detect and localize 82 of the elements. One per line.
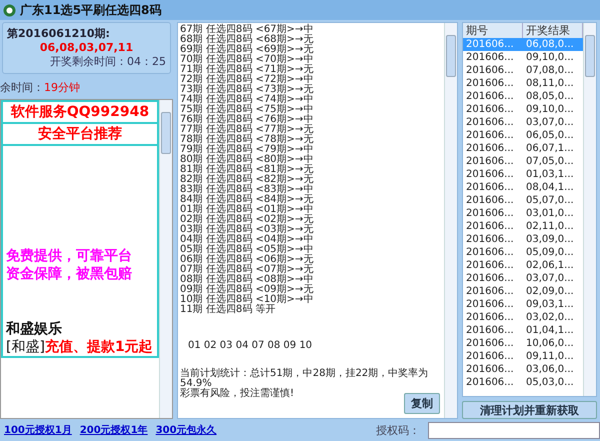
result-row[interactable]: 201606... 01,03,1... xyxy=(463,168,583,181)
result-row[interactable]: 201606... 02,06,1... xyxy=(463,259,583,272)
stats-line: 当前计划统计：总计51期，中28期，挂22期，中奖率为54.9% xyxy=(180,369,430,389)
plan-line: 72期 任选四8码 <72期>→中 xyxy=(180,75,314,85)
ad-brand: 和盛娱乐 xyxy=(4,320,63,338)
plan-line: 68期 任选四8码 <68期>→无 xyxy=(180,35,314,45)
countdown-label: 开奖剩余时间：04：25 xyxy=(49,54,166,69)
result-row[interactable]: 201606... 02,11,0... xyxy=(463,220,583,233)
result-row[interactable]: 201606... 08,04,1... xyxy=(463,181,583,194)
result-row[interactable]: 201606... 01,04,1... xyxy=(463,324,583,337)
plan-line: 04期 任选四8码 <04期>→中 xyxy=(180,235,314,245)
draw-numbers: 06,08,03,07,11 xyxy=(38,41,134,54)
plan-line: 79期 任选四8码 <79期>→中 xyxy=(180,145,314,155)
issue-label: 第2016061210期: xyxy=(7,26,111,41)
plan-line: 03期 任选四8码 <03期>→无 xyxy=(180,225,314,235)
scrollbar[interactable] xyxy=(159,100,172,418)
plan-line: 71期 任选四8码 <71期>→无 xyxy=(180,65,314,75)
auth-code-label: 授权码： xyxy=(376,422,420,438)
license-link[interactable]: 100元授权1月 xyxy=(4,423,72,437)
ad-brand-tag: [和盛] xyxy=(6,338,45,356)
plan-line: 76期 任选四8码 <76期>→中 xyxy=(180,115,314,125)
plan-line: 84期 任选四8码 <84期>→无 xyxy=(180,195,314,205)
plan-numbers: 01 02 03 04 07 08 09 10 xyxy=(188,341,314,351)
plan-line: 06期 任选四8码 <06期>→无 xyxy=(180,255,314,265)
license-link[interactable]: 200元授权1年 xyxy=(80,423,148,437)
plan-line: 01期 任选四8码 <01期>→中 xyxy=(180,205,314,215)
window-title: 广东11选5平刷任选四8码 xyxy=(20,2,162,18)
ad-headline: 软件服务QQ992948 xyxy=(3,102,157,124)
app-icon xyxy=(3,4,16,16)
license-link[interactable]: 300元包永久 xyxy=(156,423,217,437)
result-row[interactable]: 201606... 09,10,0... xyxy=(463,51,583,64)
plan-line: 67期 任选四8码 <67期>→中 xyxy=(180,25,314,35)
result-row[interactable]: 201606... 09,10,0... xyxy=(463,103,583,116)
ad-text: 免费提供，可靠平台 xyxy=(5,247,133,266)
result-row[interactable]: 201606... 09,11,0... xyxy=(463,350,583,363)
result-row[interactable]: 201606... 06,07,1... xyxy=(463,142,583,155)
copy-button[interactable]: 复制 xyxy=(404,393,440,414)
plan-line: 05期 任选四8码 <05期>→中 xyxy=(180,245,314,255)
plan-line: 81期 任选四8码 <81期>→无 xyxy=(180,165,314,175)
plan-line: 74期 任选四8码 <74期>→中 xyxy=(180,95,314,105)
remaining-label: 余时间： xyxy=(0,80,44,95)
result-row[interactable]: 201606... 10,06,0... xyxy=(463,337,583,350)
result-row[interactable]: 201606... 02,09,0... xyxy=(463,285,583,298)
plan-line: 10期 任选四8码 <10期>→中 xyxy=(180,295,314,305)
scrollbar[interactable] xyxy=(444,23,457,418)
auth-code-field[interactable] xyxy=(428,422,600,438)
plan-line: 73期 任选四8码 <73期>→无 xyxy=(180,85,314,95)
ad-offer: 充值、提款1元起 xyxy=(44,338,153,356)
plan-line: 80期 任选四8码 <80期>→中 xyxy=(180,155,314,165)
ad-headline: 安全平台推荐 xyxy=(3,124,157,146)
result-row[interactable]: 201606... 06,05,0... xyxy=(463,129,583,142)
plan-line: 78期 任选四8码 <78期>→无 xyxy=(180,135,314,145)
remaining-value: 19分钟 xyxy=(44,80,80,95)
result-row[interactable]: 201606... 08,05,0... xyxy=(463,90,583,103)
plan-line: 70期 任选四8码 <70期>→中 xyxy=(180,55,314,65)
result-row[interactable]: 201606... 05,07,0... xyxy=(463,194,583,207)
result-row[interactable]: 201606... 07,08,0... xyxy=(463,64,583,77)
result-row[interactable]: 201606... 03,01,0... xyxy=(463,207,583,220)
plan-line: 08期 任选四8码 <08期>→中 xyxy=(180,275,314,285)
plan-line: 75期 任选四8码 <75期>→中 xyxy=(180,105,314,115)
result-row[interactable]: 201606... 07,05,0... xyxy=(463,155,583,168)
refresh-button[interactable]: 清理计划并重新获取 xyxy=(462,401,597,419)
plan-line: 11期 任选四8码 等开 xyxy=(180,305,276,315)
result-row[interactable]: 201606... 03,07,0... xyxy=(463,116,583,129)
result-row[interactable]: 201606... 03,06,0... xyxy=(463,363,583,376)
plan-line: 02期 任选四8码 <02期>→无 xyxy=(180,215,314,225)
ad-text: 资金保障，被黑包赔 xyxy=(5,265,133,284)
plan-line: 09期 任选四8码 <09期>→无 xyxy=(180,285,314,295)
result-row[interactable]: 201606... 05,03,0... xyxy=(463,376,583,389)
plan-line: 07期 任选四8码 <07期>→无 xyxy=(180,265,314,275)
result-row[interactable]: 201606... 03,02,0... xyxy=(463,311,583,324)
plan-line: 82期 任选四8码 <82期>→无 xyxy=(180,175,314,185)
result-row[interactable]: 201606... 03,07,0... xyxy=(463,272,583,285)
result-row[interactable]: 201606... 05,09,0... xyxy=(463,246,583,259)
plan-line: 77期 任选四8码 <77期>→无 xyxy=(180,125,314,135)
plan-line: 83期 任选四8码 <83期>→中 xyxy=(180,185,314,195)
scrollbar[interactable] xyxy=(583,23,596,396)
stats-line: 彩票有风险，投注需谨慎! xyxy=(180,389,296,399)
plan-line: 69期 任选四8码 <69期>→无 xyxy=(180,45,314,55)
result-row[interactable]: 201606... 09,03,1... xyxy=(463,298,583,311)
result-row[interactable]: 201606... 08,11,0... xyxy=(463,77,583,90)
result-row[interactable]: 201606... 03,09,0... xyxy=(463,233,583,246)
